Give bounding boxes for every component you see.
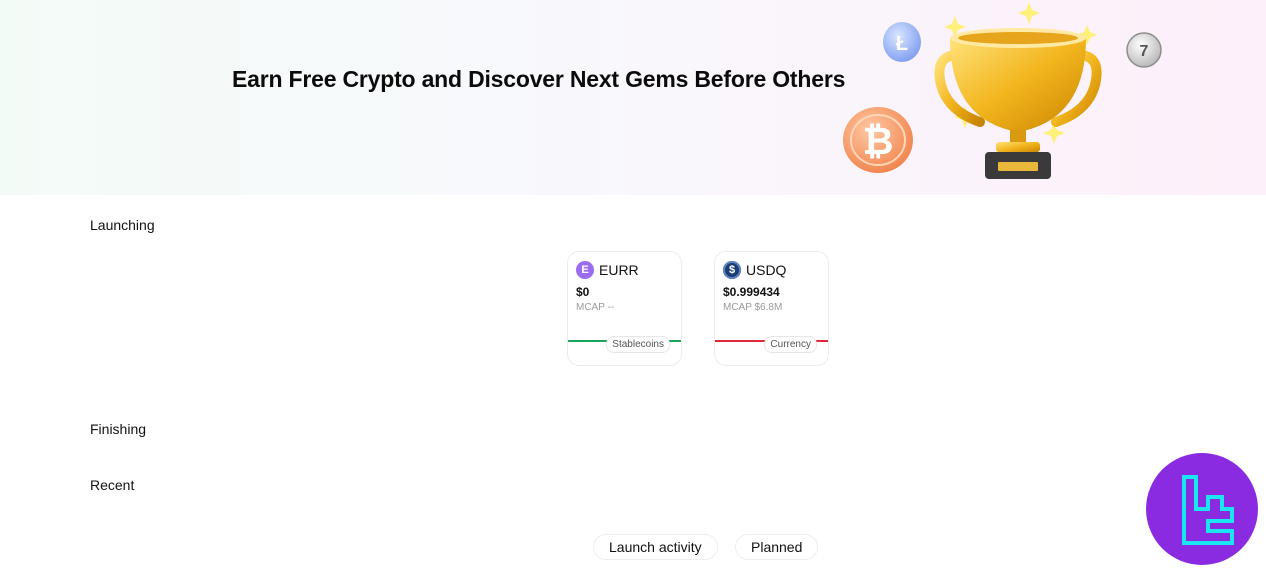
svg-text:Ł: Ł: [896, 33, 908, 55]
section-recent-heading: Recent: [90, 477, 135, 493]
hero-banner: Earn Free Crypto and Discover Next Gems …: [0, 0, 1266, 195]
card-header: E EURR: [576, 261, 639, 279]
token-price: $0: [576, 285, 590, 299]
svg-text:₿: ₿: [863, 121, 894, 163]
silver-coin-icon: 7: [1126, 32, 1162, 68]
token-mcap: MCAP --: [576, 302, 615, 313]
trophy-illustration: Ł 7 ₿: [843, 2, 1162, 179]
tab-planned[interactable]: Planned: [735, 534, 819, 560]
tab-launch-activity[interactable]: Launch activity: [593, 534, 718, 560]
brand-logo-badge[interactable]: [1146, 453, 1258, 565]
token-price: $0.999434: [723, 285, 780, 299]
token-card-usdq[interactable]: $ USDQ $0.999434 MCAP $6.8M Currency: [714, 251, 829, 366]
section-finishing-heading: Finishing: [90, 421, 147, 437]
token-card-eurr[interactable]: E EURR $0 MCAP -- Stablecoins: [567, 251, 682, 366]
token-symbol: EURR: [599, 262, 639, 278]
litecoin-coin-icon: Ł: [883, 22, 921, 62]
svg-text:7: 7: [1140, 43, 1149, 60]
banner-title: Earn Free Crypto and Discover Next Gems …: [232, 66, 846, 92]
card-header: $ USDQ: [723, 261, 786, 279]
category-tag[interactable]: Currency: [764, 336, 817, 353]
bitcoin-coin-icon: ₿: [843, 107, 913, 173]
eurr-coin-icon: E: [576, 261, 594, 279]
category-tag[interactable]: Stablecoins: [606, 336, 670, 353]
token-symbol: USDQ: [746, 262, 787, 278]
section-launching-heading: Launching: [90, 217, 155, 233]
token-mcap: MCAP $6.8M: [723, 302, 783, 313]
usdq-coin-icon: $: [723, 261, 741, 279]
brand-logo-icon: [1182, 475, 1234, 545]
